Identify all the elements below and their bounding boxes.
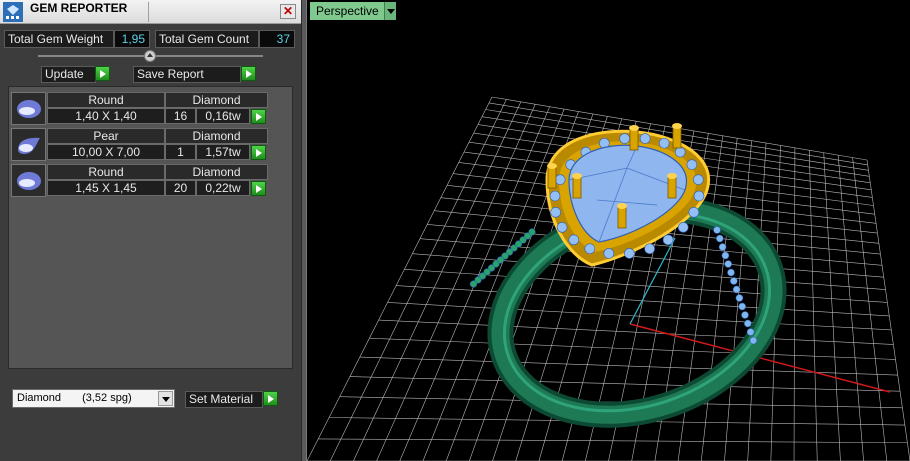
viewport-menu-chevron-icon[interactable] xyxy=(384,2,396,20)
save-report-button[interactable]: Save Report xyxy=(133,66,241,83)
panel-splitter-handle[interactable] xyxy=(144,50,156,62)
gem-select-go-icon[interactable] xyxy=(251,145,266,160)
gem-size: 10,00 X 7,00 xyxy=(47,144,165,160)
update-go-icon[interactable] xyxy=(95,66,110,81)
panel-title: GEM REPORTER xyxy=(30,1,128,15)
gem-material: Diamond xyxy=(165,164,268,180)
total-gem-weight-value: 1,95 xyxy=(114,30,150,48)
gem-select-go-icon[interactable] xyxy=(251,109,266,124)
gem-select-go-icon[interactable] xyxy=(251,181,266,196)
gem-row[interactable]: Round Diamond 1,45 X 1,45 20 0,22tw xyxy=(11,164,269,197)
gem-shape: Pear xyxy=(47,128,165,144)
material-density: (3,52 spg) xyxy=(82,392,132,404)
gem-size: 1,45 X 1,45 xyxy=(47,180,165,196)
total-gem-count-value: 37 xyxy=(259,30,295,48)
title-divider xyxy=(148,2,149,22)
update-button[interactable]: Update xyxy=(41,66,96,83)
gem-row[interactable]: Pear Diamond 10,00 X 7,00 1 1,57tw xyxy=(11,128,269,161)
viewport-label[interactable]: Perspective xyxy=(310,2,384,20)
gem-weight: 0,16tw xyxy=(196,108,250,124)
ring-3d-scene xyxy=(307,96,910,461)
gem-shape: Round xyxy=(47,92,165,108)
gem-material: Diamond xyxy=(165,92,268,108)
total-gem-count-label: Total Gem Count xyxy=(155,30,259,48)
gem-count: 16 xyxy=(165,108,196,124)
gem-shape: Round xyxy=(47,164,165,180)
panel-titlebar: GEM REPORTER ✕ xyxy=(0,0,301,24)
gem-reporter-app-icon xyxy=(3,2,23,22)
material-dropdown[interactable]: Diamond (3,52 spg) xyxy=(12,389,175,408)
set-material-button[interactable]: Set Material xyxy=(185,391,263,408)
gem-reporter-panel: GEM REPORTER ✕ Total Gem Weight 1,95 Tot… xyxy=(0,0,301,461)
gem-row[interactable]: Round Diamond 1,40 X 1,40 16 0,16tw xyxy=(11,92,269,125)
gem-list: Round Diamond 1,40 X 1,40 16 0,16tw Pear… xyxy=(8,86,293,369)
gem-material: Diamond xyxy=(165,128,268,144)
chevron-down-icon[interactable] xyxy=(158,391,173,406)
gem-weight: 1,57tw xyxy=(196,144,250,160)
perspective-viewport[interactable]: Perspective xyxy=(307,0,910,461)
total-gem-weight-label: Total Gem Weight xyxy=(4,30,114,48)
round-gem-icon xyxy=(11,92,46,125)
save-report-go-icon[interactable] xyxy=(241,66,256,81)
gem-weight: 0,22tw xyxy=(196,180,250,196)
set-material-go-icon[interactable] xyxy=(263,391,278,406)
round-gem-icon xyxy=(11,164,46,197)
gem-size: 1,40 X 1,40 xyxy=(47,108,165,124)
close-icon[interactable]: ✕ xyxy=(280,4,296,19)
gem-count: 20 xyxy=(165,180,196,196)
material-name: Diamond xyxy=(17,392,62,404)
pear-gem-icon xyxy=(11,128,46,161)
gem-count: 1 xyxy=(165,144,196,160)
